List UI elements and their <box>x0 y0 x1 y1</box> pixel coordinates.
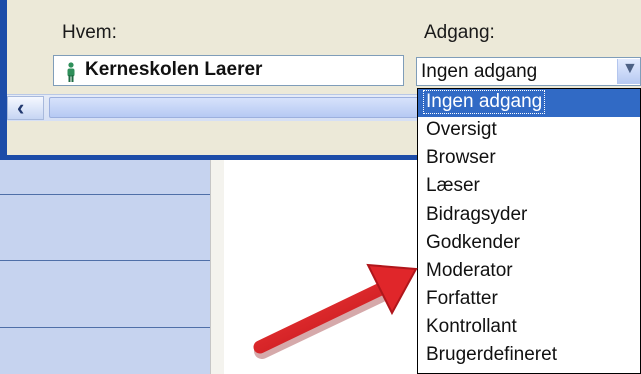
dropdown-button[interactable]: ▼ <box>617 59 640 84</box>
access-select-value: Ingen adgang <box>421 61 538 82</box>
panel-divider <box>0 194 210 195</box>
dropdown-option-godkender[interactable]: Godkender <box>418 230 640 258</box>
panel-splitter[interactable] <box>210 160 224 374</box>
dropdown-option-forfatter[interactable]: Forfatter <box>418 286 640 314</box>
dropdown-option-kontrollant[interactable]: Kontrollant <box>418 314 640 342</box>
scroll-thumb[interactable] <box>49 97 419 118</box>
who-label: Hvem: <box>62 22 117 43</box>
person-icon <box>67 62 75 82</box>
left-navigation-panel <box>0 160 210 374</box>
dropdown-option-oversigt[interactable]: Oversigt <box>418 117 640 145</box>
user-name-field[interactable]: Kerneskolen Laerer <box>53 55 404 86</box>
scroll-left-button[interactable]: ‹ <box>7 95 44 120</box>
chevron-left-icon: ‹ <box>17 95 25 120</box>
dropdown-option-brugerdefineret[interactable]: Brugerdefineret <box>418 342 640 370</box>
panel-divider <box>0 260 210 261</box>
dropdown-option-bidragsyder[interactable]: Bidragsyder <box>418 202 640 230</box>
chevron-down-icon: ▼ <box>622 60 638 77</box>
access-label: Adgang: <box>424 22 495 43</box>
user-name-text: Kerneskolen Laerer <box>85 59 263 80</box>
dropdown-option-moderator[interactable]: Moderator <box>418 258 640 286</box>
panel-divider <box>0 327 210 328</box>
dropdown-option-laeser[interactable]: Læser <box>418 173 640 201</box>
dropdown-option-ingen-adgang[interactable]: Ingen adgang <box>418 89 640 117</box>
access-dropdown-list[interactable]: Ingen adgang Oversigt Browser Læser Bidr… <box>417 88 641 374</box>
red-arrow-icon <box>253 263 418 359</box>
access-select[interactable]: Ingen adgang ▼ <box>416 57 641 86</box>
dropdown-option-browser[interactable]: Browser <box>418 145 640 173</box>
window-frame-left <box>0 0 7 160</box>
